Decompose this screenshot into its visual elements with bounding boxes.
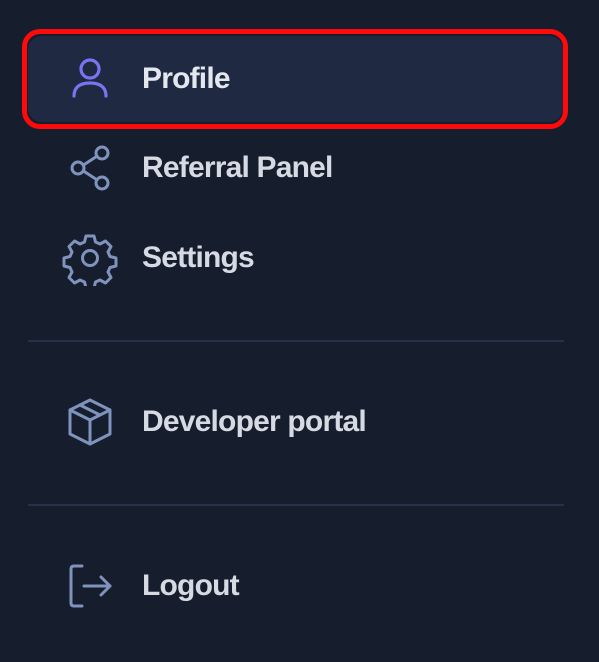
account-menu: Profile Referral Panel Settings Develope…	[0, 0, 599, 662]
menu-item-logout[interactable]: Logout	[28, 543, 563, 629]
menu-item-label: Referral Panel	[142, 151, 333, 184]
menu-item-label: Profile	[142, 62, 231, 95]
divider	[28, 340, 564, 342]
menu-item-referral-panel[interactable]: Referral Panel	[28, 125, 563, 211]
menu-item-label: Developer portal	[142, 405, 367, 438]
divider	[28, 504, 564, 506]
share-icon	[62, 140, 118, 196]
menu-item-developer-portal[interactable]: Developer portal	[28, 379, 563, 465]
gear-icon	[62, 230, 118, 286]
user-icon	[62, 51, 118, 107]
menu-item-settings[interactable]: Settings	[28, 215, 563, 301]
menu-item-label: Logout	[142, 569, 240, 602]
logout-icon	[62, 558, 118, 614]
menu-item-profile[interactable]: Profile	[28, 36, 563, 122]
menu-item-label: Settings	[142, 241, 255, 274]
cube-icon	[62, 394, 118, 450]
